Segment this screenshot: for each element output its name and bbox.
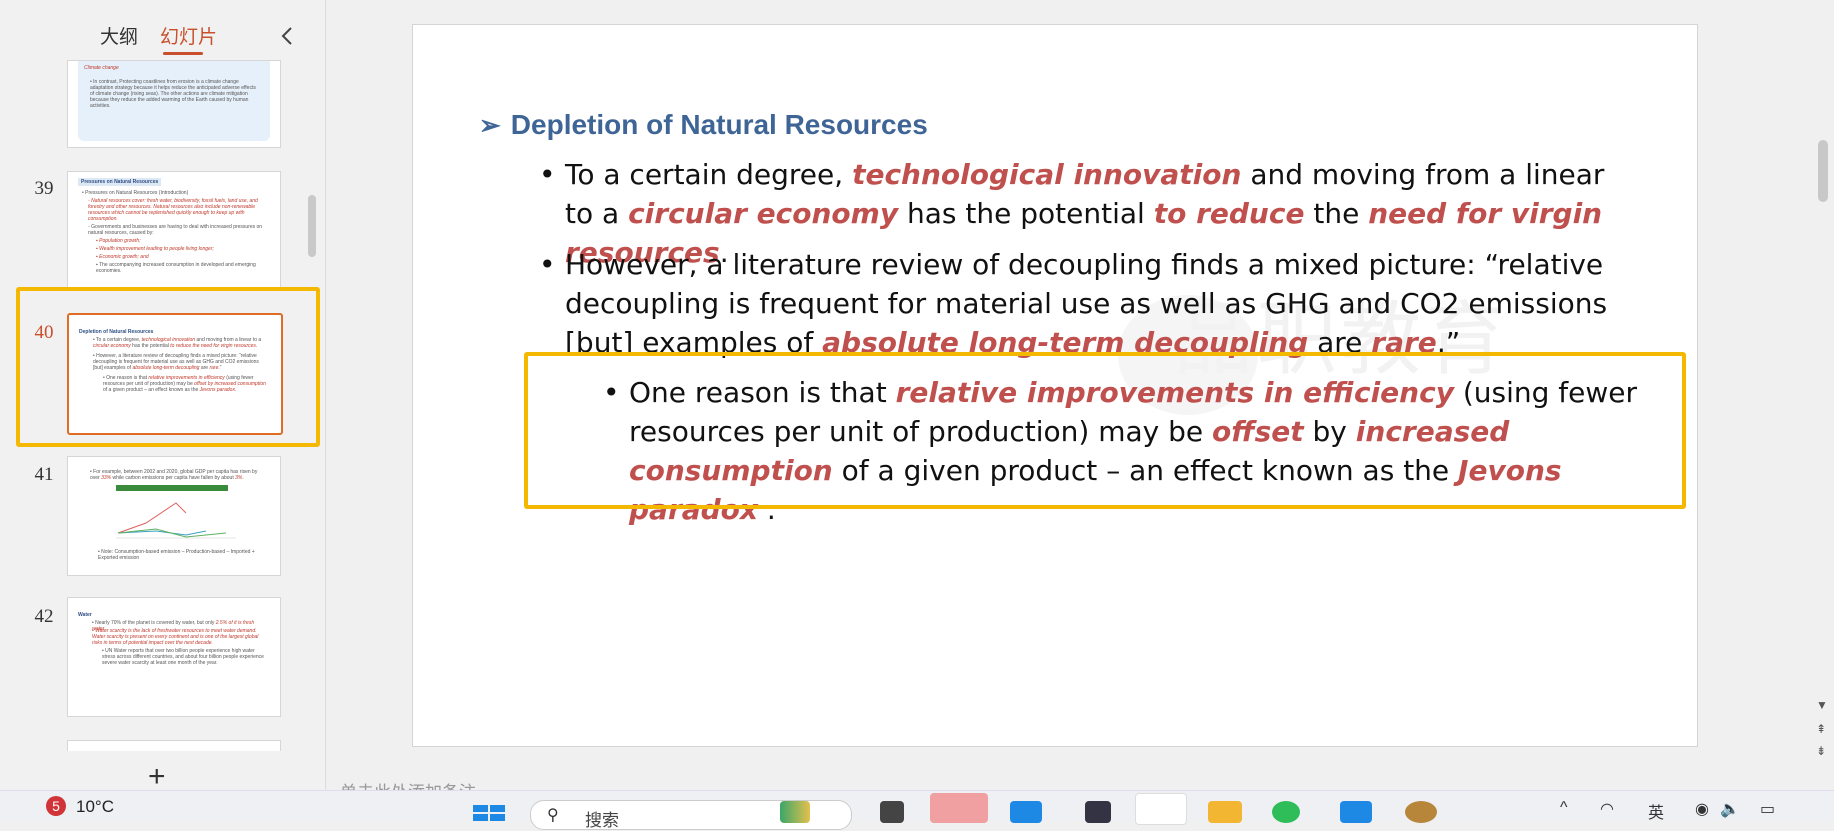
scrollbar-thumb[interactable] [1818,140,1828,202]
slide-number: 42 [34,606,54,627]
bullet-dot-icon: • [603,376,620,409]
prev-page-icon[interactable]: ⇞ [1816,722,1826,736]
text-run: the [1304,197,1369,230]
slide-number: 39 [34,178,54,199]
slide-panel: 大纲 幻灯片 Climate change • In contrast, Pro… [0,0,326,792]
sub-bullet-paragraph[interactable]: • One reason is that relative improvemen… [603,373,1669,529]
weather-badge[interactable]: 5 [46,796,66,816]
text-run: One reason is that [629,376,896,409]
slide-thumbnail-selected[interactable]: Depletion of Natural Resources • To a ce… [67,313,283,435]
wifi-icon[interactable]: ◉ [1695,799,1709,819]
slide-number: 40 [34,322,54,343]
emphasis-run: circular economy [628,197,899,230]
wps-icon[interactable] [1135,793,1187,825]
text-run: .” [1436,326,1461,359]
slide-heading-text: Depletion of Natural Resources [510,109,928,140]
thumbnail-title: Water [78,612,92,618]
emphasis-run: absolute long-term decoupling [822,326,1309,359]
chart-header-bar [116,485,228,491]
bullet-dot-icon: • [539,158,556,191]
input-language[interactable]: 英 [1648,799,1664,823]
text-run: . [757,493,776,526]
windows-start-icon[interactable] [473,805,505,821]
text-run: To a certain degree, [565,158,853,191]
tab-slides[interactable]: 幻灯片 [160,22,217,49]
emphasis-run: offset [1212,415,1304,448]
panel-scrollbar[interactable] [308,195,316,257]
text-run: has the potential [898,197,1154,230]
vertical-scrollbar[interactable] [1814,0,1834,790]
weather-temperature[interactable]: 10°C [76,797,114,817]
scroll-down-icon[interactable]: ▼ [1816,698,1828,712]
emphasis-run: to reduce [1153,197,1305,230]
thumbnail-title: Pressures on Natural Resources [78,178,162,186]
search-icon: ⚲ [547,807,559,824]
slide-thumbnail[interactable] [67,740,281,751]
slide-canvas[interactable]: 品职教育 ➢ Depletion of Natural Resources • T… [412,24,1698,747]
next-page-icon[interactable]: ⇟ [1816,744,1826,758]
mini-line-chart [116,502,236,539]
slide-heading[interactable]: ➢ Depletion of Natural Resources [479,109,928,141]
emphasis-run: technological innovation [852,158,1242,191]
emphasis-run: rare [1371,326,1437,359]
text-run: of a given product – an effect known as … [832,454,1459,487]
bullet-dot-icon: • [539,248,556,281]
chevron-up-icon[interactable]: ^ [1560,799,1568,817]
text-run: by [1303,415,1356,448]
slide-thumbnail[interactable]: Climate change • In contrast, Protecting… [67,60,281,148]
edge-browser-icon[interactable] [930,793,988,823]
taskbar: 5 10°C ⚲ 搜索 ^ ◠ 英 ◉ 🔈 ▭ [0,790,1834,830]
slide-number: 41 [34,464,54,485]
chevron-left-icon[interactable] [278,24,298,48]
battery-icon[interactable]: ▭ [1760,799,1775,819]
add-slide-button[interactable]: + [148,762,166,792]
network-icon[interactable]: ◠ [1600,799,1614,819]
text-run: are [1308,326,1372,359]
emphasis-run: relative improvements in efficiency [895,376,1454,409]
active-tab-indicator [163,52,203,55]
tab-outline[interactable]: 大纲 [100,22,138,49]
thumbnail-title: Depletion of Natural Resources [79,329,154,335]
slide-thumbnail[interactable]: • For example, between 2002 and 2020, gl… [67,456,281,576]
arrow-bullet-icon: ➢ [479,110,501,140]
slide-thumbnail[interactable]: Pressures on Natural Resources • Pressur… [67,171,281,288]
search-label: 搜索 [585,811,619,830]
bullet-paragraph[interactable]: • However, a literature review of decoup… [539,245,1625,362]
slide-thumbnail[interactable]: Water • Nearly 70% of the planet is cove… [67,597,281,717]
volume-icon[interactable]: 🔈 [1720,799,1740,819]
